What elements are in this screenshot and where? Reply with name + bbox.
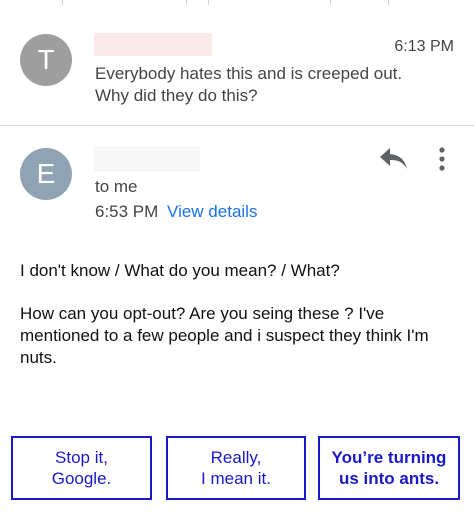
- sender-name-redacted: [94, 33, 212, 56]
- avatar: E: [20, 148, 72, 200]
- smart-reply-button[interactable]: Stop it, Google.: [11, 436, 152, 500]
- view-details-link[interactable]: View details: [167, 202, 257, 221]
- message-time: 6:13 PM: [394, 38, 454, 55]
- smart-reply-label: You’re turning us into ants.: [331, 448, 447, 488]
- message-divider: [0, 125, 474, 126]
- smart-reply-button[interactable]: You’re turning us into ants.: [318, 436, 460, 500]
- snippet-line: Everybody hates this and is creeped out.: [95, 64, 403, 83]
- sender-name-redacted: [94, 146, 200, 172]
- smart-reply-label: Stop it, Google.: [51, 448, 112, 488]
- body-paragraph: How can you opt-out? Are you seing these…: [20, 304, 429, 367]
- message-body: I don't know / What do you mean? / What?…: [20, 260, 460, 390]
- body-paragraph: I don't know / What do you mean? / What?: [20, 261, 340, 280]
- smart-reply-label: Really, I mean it.: [201, 448, 271, 488]
- message-snippet: Everybody hates this and is creeped out.…: [95, 63, 445, 107]
- message-time-row: 6:53 PM View details: [95, 202, 257, 222]
- reply-icon[interactable]: [378, 146, 410, 172]
- avatar: T: [20, 34, 72, 86]
- snippet-line: Why did they do this?: [95, 86, 258, 105]
- more-vert-icon[interactable]: [430, 145, 454, 173]
- collapsed-message[interactable]: T 6:13 PM Everybody hates this and is cr…: [0, 6, 474, 125]
- message-time: 6:53 PM: [95, 202, 159, 221]
- smart-reply-button[interactable]: Really, I mean it.: [166, 436, 306, 500]
- recipient-line[interactable]: to me: [95, 177, 138, 197]
